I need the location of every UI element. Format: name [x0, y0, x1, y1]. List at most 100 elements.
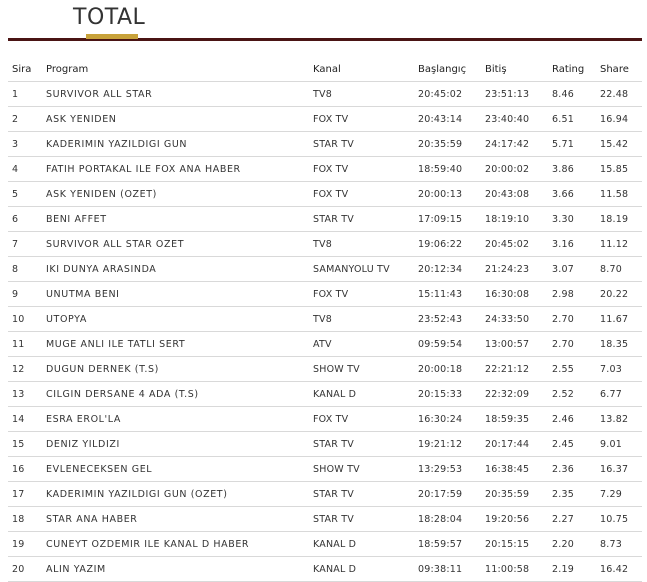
table-body: 1 SURVIVOR ALL STAR TV8 20:45:02 23:51:13 8.4…: [8, 81, 642, 582]
cell-sira: 6: [8, 206, 42, 232]
cell-share: 11.12: [596, 231, 642, 257]
cell-kanal: FOX TV: [309, 106, 414, 132]
cell-sira: 8: [8, 256, 42, 282]
column-header-sira[interactable]: Sira: [8, 57, 42, 82]
table-row: 11 MUGE ANLI ILE TATLI SERT ATV 09:59:54 13:…: [8, 331, 642, 357]
cell-program: IKI DUNYA ARASINDA: [42, 256, 309, 282]
cell-baslangic: 19:06:22: [414, 231, 481, 257]
column-header-bitis[interactable]: Bitiş: [481, 57, 548, 82]
cell-kanal: SHOW TV: [309, 356, 414, 382]
table-row: 15 DENIZ YILDIZI STAR TV 19:21:12 20:17:44 2.…: [8, 431, 642, 457]
cell-share: 7.29: [596, 481, 642, 507]
cell-bitis: 20:15:15: [481, 531, 548, 557]
cell-bitis: 24:17:42: [481, 131, 548, 157]
table-row: 9 UNUTMA BENI FOX TV 15:11:43 16:30:08 2.98 20…: [8, 281, 642, 307]
cell-share: 16.37: [596, 456, 642, 482]
cell-program: ESRA EROL'LA: [42, 406, 309, 432]
cell-sira: 7: [8, 231, 42, 257]
cell-bitis: 23:51:13: [481, 81, 548, 107]
cell-kanal: STAR TV: [309, 506, 414, 532]
cell-program: DUGUN DERNEK (T.S): [42, 356, 309, 382]
cell-bitis: 20:17:44: [481, 431, 548, 457]
column-header-program[interactable]: Program: [42, 57, 309, 82]
cell-sira: 20: [8, 556, 42, 582]
cell-kanal: ATV: [309, 331, 414, 357]
column-header-rating[interactable]: Rating: [548, 57, 596, 82]
cell-baslangic: 20:45:02: [414, 81, 481, 107]
cell-rating: 8.46: [548, 81, 596, 107]
cell-baslangic: 20:00:18: [414, 356, 481, 382]
cell-rating: 3.66: [548, 181, 596, 207]
cell-kanal: FOX TV: [309, 281, 414, 307]
cell-baslangic: 18:59:40: [414, 156, 481, 182]
cell-sira: 16: [8, 456, 42, 482]
cell-rating: 2.55: [548, 356, 596, 382]
cell-share: 13.82: [596, 406, 642, 432]
cell-share: 15.85: [596, 156, 642, 182]
cell-program: SURVIVOR ALL STAR: [42, 81, 309, 107]
cell-rating: 3.30: [548, 206, 596, 232]
table-row: 13 CILGIN DERSANE 4 ADA (T.S) KANAL D 20:15…: [8, 381, 642, 407]
cell-sira: 10: [8, 306, 42, 332]
cell-program: DENIZ YILDIZI: [42, 431, 309, 457]
cell-bitis: 19:20:56: [481, 506, 548, 532]
cell-baslangic: 09:59:54: [414, 331, 481, 357]
table-row: 4 FATIH PORTAKAL ILE FOX ANA HABER FOX TV 1…: [8, 156, 642, 182]
cell-sira: 17: [8, 481, 42, 507]
cell-bitis: 22:32:09: [481, 381, 548, 407]
title-accent-underline: [86, 34, 138, 39]
table-row: 2 ASK YENIDEN FOX TV 20:43:14 23:40:40 6.51 16…: [8, 106, 642, 132]
cell-share: 20.22: [596, 281, 642, 307]
cell-program: UNUTMA BENI: [42, 281, 309, 307]
cell-baslangic: 20:00:13: [414, 181, 481, 207]
cell-kanal: FOX TV: [309, 181, 414, 207]
cell-rating: 5.71: [548, 131, 596, 157]
column-header-share[interactable]: Share: [596, 57, 642, 82]
cell-share: 10.75: [596, 506, 642, 532]
cell-program: BENI AFFET: [42, 206, 309, 232]
table-row: 6 BENI AFFET STAR TV 17:09:15 18:19:10 3.30 18…: [8, 206, 642, 232]
cell-program: SURVIVOR ALL STAR OZET: [42, 231, 309, 257]
cell-bitis: 20:43:08: [481, 181, 548, 207]
cell-share: 7.03: [596, 356, 642, 382]
table-row: 10 UTOPYA TV8 23:52:43 24:33:50 2.70 11.67: [8, 306, 642, 332]
cell-program: ASK YENIDEN (OZET): [42, 181, 309, 207]
cell-baslangic: 13:29:53: [414, 456, 481, 482]
cell-baslangic: 09:38:11: [414, 556, 481, 582]
cell-kanal: SHOW TV: [309, 456, 414, 482]
table-row: 20 ALIN YAZIM KANAL D 09:38:11 11:00:58 2.19 1…: [8, 556, 642, 582]
column-header-kanal[interactable]: Kanal: [309, 57, 414, 82]
ratings-table: Sira Program Kanal Başlangıç Bitiş Ratin…: [8, 57, 642, 582]
cell-kanal: TV8: [309, 231, 414, 257]
cell-baslangic: 17:09:15: [414, 206, 481, 232]
cell-kanal: STAR TV: [309, 206, 414, 232]
cell-program: CUNEYT OZDEMIR ILE KANAL D HABER: [42, 531, 309, 557]
table-row: 16 EVLENECEKSEN GEL SHOW TV 13:29:53 16:38:4…: [8, 456, 642, 482]
cell-share: 11.58: [596, 181, 642, 207]
cell-bitis: 23:40:40: [481, 106, 548, 132]
page-title: TOTAL: [73, 5, 146, 30]
cell-kanal: KANAL D: [309, 556, 414, 582]
table-header: Sira Program Kanal Başlangıç Bitiş Ratin…: [8, 57, 642, 82]
table-row: 19 CUNEYT OZDEMIR ILE KANAL D HABER KANAL …: [8, 531, 642, 557]
cell-sira: 14: [8, 406, 42, 432]
cell-rating: 6.51: [548, 106, 596, 132]
cell-share: 16.94: [596, 106, 642, 132]
cell-baslangic: 18:28:04: [414, 506, 481, 532]
cell-bitis: 22:21:12: [481, 356, 548, 382]
cell-bitis: 21:24:23: [481, 256, 548, 282]
cell-share: 16.42: [596, 556, 642, 582]
cell-rating: 2.98: [548, 281, 596, 307]
cell-bitis: 16:30:08: [481, 281, 548, 307]
cell-sira: 3: [8, 131, 42, 157]
cell-sira: 15: [8, 431, 42, 457]
table-header-row: Sira Program Kanal Başlangıç Bitiş Ratin…: [8, 57, 642, 82]
cell-bitis: 16:38:45: [481, 456, 548, 482]
cell-bitis: 24:33:50: [481, 306, 548, 332]
cell-rating: 3.07: [548, 256, 596, 282]
cell-kanal: KANAL D: [309, 381, 414, 407]
column-header-baslangic[interactable]: Başlangıç: [414, 57, 481, 82]
cell-bitis: 18:59:35: [481, 406, 548, 432]
cell-kanal: KANAL D: [309, 531, 414, 557]
cell-baslangic: 20:12:34: [414, 256, 481, 282]
